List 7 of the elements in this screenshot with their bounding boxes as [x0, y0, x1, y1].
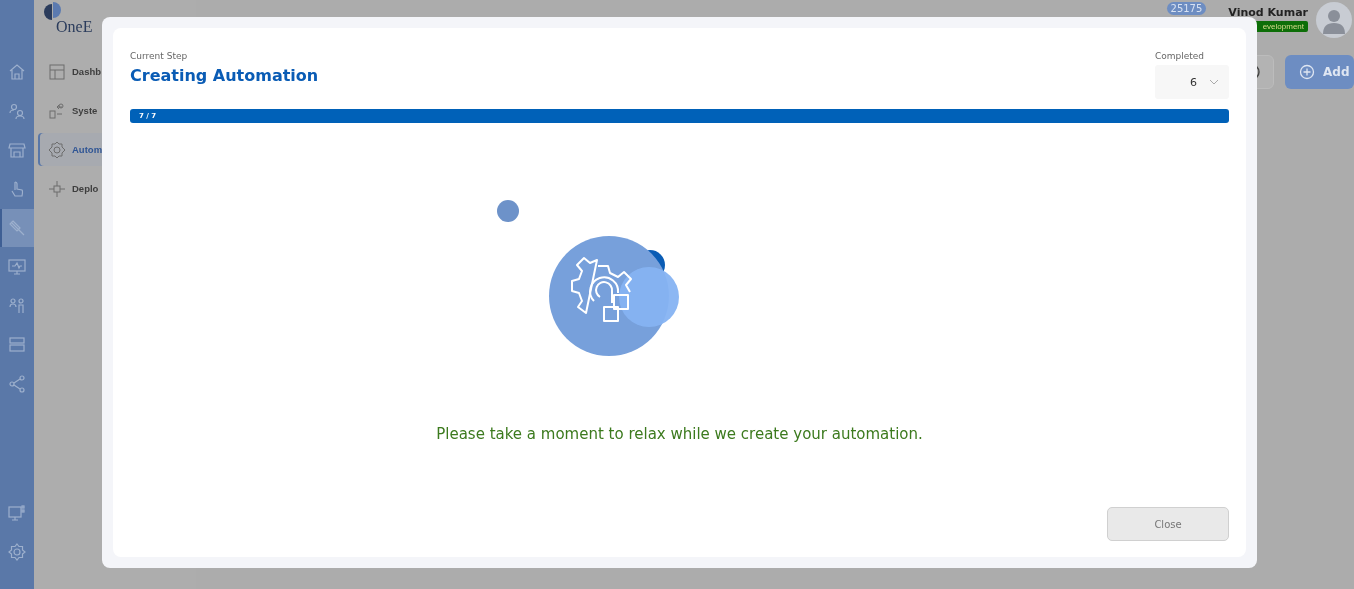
completed-label: Completed — [1155, 51, 1206, 61]
step-label: Current Step — [130, 51, 189, 61]
status-message: Please take a moment to relax while we create your automation. — [435, 425, 924, 443]
user-name: Vinod Kumar — [1228, 6, 1308, 19]
count-badge: 25175 — [1166, 2, 1207, 15]
logo-text: OneE — [56, 18, 93, 36]
step-title: Creating Automation — [130, 66, 319, 85]
